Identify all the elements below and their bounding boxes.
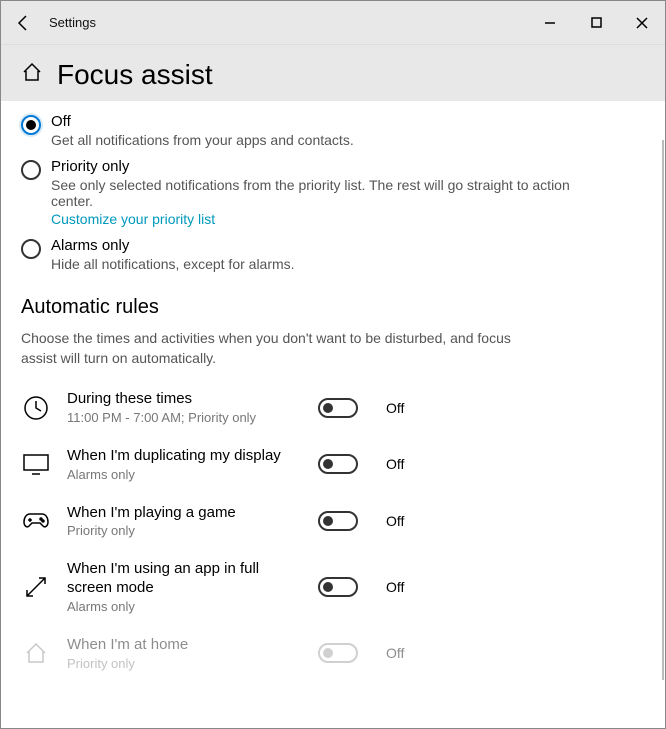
customize-priority-link[interactable]: Customize your priority list — [51, 211, 611, 227]
rule-label: When I'm playing a game — [67, 504, 302, 523]
rule-playing-game[interactable]: When I'm playing a game Priority only Of… — [21, 504, 645, 539]
home-icon — [21, 638, 51, 668]
rule-sub: Alarms only — [67, 467, 302, 482]
toggle-state: Off — [386, 645, 404, 661]
section-desc-rules: Choose the times and activities when you… — [21, 329, 541, 368]
back-button[interactable] — [1, 1, 45, 45]
rule-duplicating-display[interactable]: When I'm duplicating my display Alarms o… — [21, 447, 645, 482]
window-title: Settings — [49, 15, 96, 30]
toggle-switch[interactable] — [318, 454, 358, 474]
radio-option-off[interactable]: Off Get all notifications from your apps… — [21, 113, 645, 148]
page-title: Focus assist — [57, 59, 213, 91]
rule-label: When I'm duplicating my display — [67, 447, 302, 466]
toggle-switch[interactable] — [318, 577, 358, 597]
radio-option-alarms[interactable]: Alarms only Hide all notifications, exce… — [21, 237, 645, 272]
rule-during-times[interactable]: During these times 11:00 PM - 7:00 AM; P… — [21, 390, 645, 425]
rule-label: When I'm at home — [67, 636, 302, 655]
rule-at-home: When I'm at home Priority only Off — [21, 636, 645, 671]
radio-desc: Get all notifications from your apps and… — [51, 132, 354, 148]
radio-label: Off — [51, 113, 354, 130]
toggle-switch[interactable] — [318, 398, 358, 418]
scrollbar[interactable] — [662, 140, 664, 680]
section-heading-rules: Automatic rules — [21, 296, 645, 319]
rule-sub: Priority only — [67, 523, 302, 538]
titlebar: Settings — [1, 1, 665, 45]
toggle-state: Off — [386, 579, 404, 595]
content-area: Off Get all notifications from your apps… — [1, 101, 665, 711]
rule-label: During these times — [67, 390, 302, 409]
toggle-state: Off — [386, 513, 404, 529]
clock-icon — [21, 393, 51, 423]
minimize-button[interactable] — [527, 7, 573, 39]
page-header: Focus assist — [1, 45, 665, 101]
window-controls — [527, 7, 665, 39]
radio-indicator — [21, 160, 41, 180]
toggle-switch[interactable] — [318, 511, 358, 531]
radio-indicator — [21, 239, 41, 259]
home-icon[interactable] — [21, 61, 43, 89]
toggle-state: Off — [386, 456, 404, 472]
rule-fullscreen-app[interactable]: When I'm using an app in full screen mod… — [21, 560, 645, 614]
fullscreen-icon — [21, 572, 51, 602]
rule-label: When I'm using an app in full screen mod… — [67, 560, 302, 598]
close-button[interactable] — [619, 7, 665, 39]
radio-label: Alarms only — [51, 237, 295, 254]
radio-desc: Hide all notifications, except for alarm… — [51, 256, 295, 272]
radio-label: Priority only — [51, 158, 611, 175]
maximize-button[interactable] — [573, 7, 619, 39]
rule-sub: 11:00 PM - 7:00 AM; Priority only — [67, 410, 302, 425]
monitor-icon — [21, 449, 51, 479]
radio-option-priority[interactable]: Priority only See only selected notifica… — [21, 158, 645, 227]
rule-sub: Alarms only — [67, 599, 302, 614]
radio-desc: See only selected notifications from the… — [51, 177, 611, 209]
radio-indicator — [21, 115, 41, 135]
rule-sub: Priority only — [67, 656, 302, 671]
toggle-switch — [318, 643, 358, 663]
gamepad-icon — [21, 506, 51, 536]
toggle-state: Off — [386, 400, 404, 416]
